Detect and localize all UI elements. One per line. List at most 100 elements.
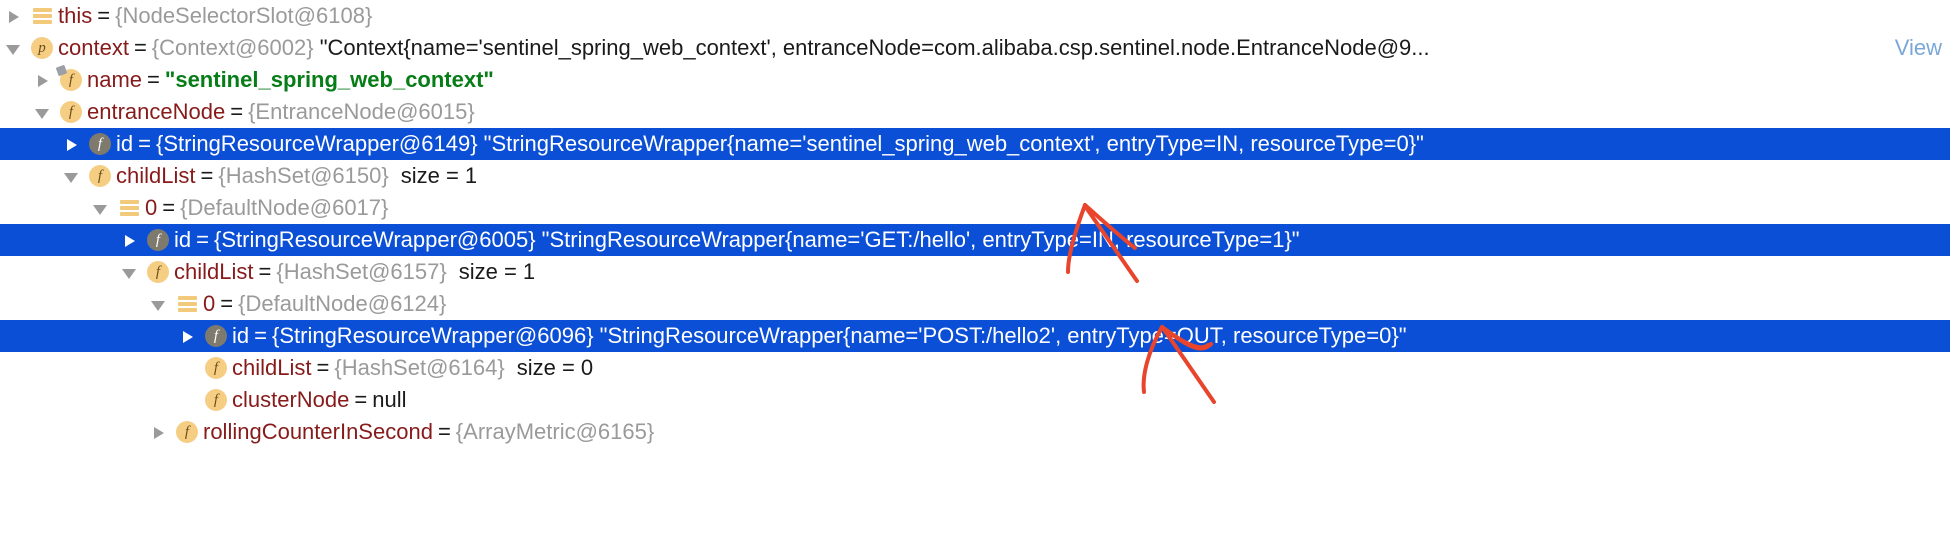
field-final-icon: f	[57, 64, 87, 96]
object-reference: {EntranceNode@6015}	[248, 99, 475, 124]
tree-row[interactable]: fid={StringResourceWrapper@6096} "String…	[0, 320, 1950, 352]
variable-name: id	[232, 323, 249, 348]
object-reference: {HashSet@6150}	[218, 163, 388, 188]
tree-row[interactable]: fchildList={HashSet@6157}size = 1	[0, 256, 1950, 288]
row-trailing: View	[1881, 32, 1942, 64]
expander-triangle-right-icon[interactable]	[2, 0, 28, 32]
field-badge-icon: f	[89, 165, 111, 187]
tostring-value: "StringResourceWrapper{name='POST:/hello…	[594, 323, 1407, 348]
equals-sign: =	[133, 131, 156, 156]
equals-sign: =	[92, 3, 115, 28]
variable-name: this	[58, 3, 92, 28]
list-icon	[173, 288, 203, 320]
list-stripes-icon	[33, 8, 52, 25]
row-text: entranceNode={EntranceNode@6015}	[87, 96, 475, 128]
row-text: rollingCounterInSecond={ArrayMetric@6165…	[203, 416, 654, 448]
object-reference: {DefaultNode@6124}	[238, 291, 446, 316]
view-link[interactable]: View	[1885, 35, 1942, 60]
variables-tree[interactable]: this={NodeSelectorSlot@6108}pcontext={Co…	[0, 0, 1950, 448]
equals-sign: =	[191, 227, 214, 252]
expander-triangle-right-icon[interactable]	[118, 224, 144, 256]
tree-row[interactable]: fclusterNode=null	[0, 384, 1950, 416]
tree-row[interactable]: 0={DefaultNode@6124}	[0, 288, 1950, 320]
equals-sign: =	[249, 323, 272, 348]
object-reference: {HashSet@6164}	[334, 355, 504, 380]
field-badge-icon: f	[147, 261, 169, 283]
tree-row[interactable]: fentranceNode={EntranceNode@6015}	[0, 96, 1950, 128]
equals-sign: =	[225, 99, 248, 124]
row-text: childList={HashSet@6157}size = 1	[174, 256, 535, 288]
variable-name: clusterNode	[232, 387, 349, 412]
row-text: childList={HashSet@6150}size = 1	[116, 160, 477, 192]
tree-row[interactable]: this={NodeSelectorSlot@6108}	[0, 0, 1950, 32]
list-icon	[28, 0, 58, 32]
equals-sign: =	[349, 387, 372, 412]
tree-row[interactable]: fid={StringResourceWrapper@6005} "String…	[0, 224, 1950, 256]
string-value: "sentinel_spring_web_context"	[165, 67, 494, 92]
collection-size: size = 1	[389, 163, 477, 188]
collection-size: size = 0	[505, 355, 593, 380]
tostring-value: "StringResourceWrapper{name='sentinel_sp…	[478, 131, 1424, 156]
expander-triangle-right-icon[interactable]	[147, 416, 173, 448]
tree-row[interactable]: fid={StringResourceWrapper@6149} "String…	[0, 128, 1950, 160]
expander-triangle-down-icon[interactable]	[31, 96, 57, 128]
equals-sign: =	[195, 163, 218, 188]
equals-sign: =	[253, 259, 276, 284]
object-reference: {StringResourceWrapper@6096}	[272, 323, 594, 348]
variable-name: childList	[116, 163, 195, 188]
field-badge-icon: f	[147, 229, 169, 251]
row-text: id={StringResourceWrapper@6005} "StringR…	[174, 224, 1300, 256]
tree-row[interactable]: frollingCounterInSecond={ArrayMetric@616…	[0, 416, 1950, 448]
equals-sign: =	[157, 195, 180, 220]
variable-name: childList	[174, 259, 253, 284]
field-icon: f	[202, 384, 232, 416]
expander-triangle-down-icon[interactable]	[2, 32, 28, 64]
object-reference: {ArrayMetric@6165}	[456, 419, 654, 444]
expander-triangle-right-icon[interactable]	[60, 128, 86, 160]
field-badge-icon: f	[176, 421, 198, 443]
expander-placeholder	[176, 384, 202, 416]
row-text: context={Context@6002} "Context{name='se…	[58, 32, 1430, 64]
equals-sign: =	[215, 291, 238, 316]
expander-triangle-down-icon[interactable]	[89, 192, 115, 224]
expander-triangle-down-icon[interactable]	[147, 288, 173, 320]
field-icon: f	[144, 256, 174, 288]
field-icon: f	[57, 96, 87, 128]
object-reference: {StringResourceWrapper@6149}	[156, 131, 478, 156]
variable-name: childList	[232, 355, 311, 380]
expander-triangle-down-icon[interactable]	[60, 160, 86, 192]
field-badge-icon: f	[205, 389, 227, 411]
tostring-value: "StringResourceWrapper{name='GET:/hello'…	[536, 227, 1300, 252]
list-stripes-icon	[120, 200, 139, 217]
object-reference: {NodeSelectorSlot@6108}	[115, 3, 372, 28]
list-stripes-icon	[178, 296, 197, 313]
tree-row[interactable]: 0={DefaultNode@6017}	[0, 192, 1950, 224]
tree-row[interactable]: pcontext={Context@6002} "Context{name='s…	[0, 32, 1950, 64]
variable-name: entranceNode	[87, 99, 225, 124]
collection-size: size = 1	[447, 259, 535, 284]
null-value: null	[372, 387, 406, 412]
field-icon: f	[86, 128, 116, 160]
tree-row[interactable]: fchildList={HashSet@6164}size = 0	[0, 352, 1950, 384]
tree-row[interactable]: fchildList={HashSet@6150}size = 1	[0, 160, 1950, 192]
field-badge-icon: f	[60, 101, 82, 123]
field-badge-icon: f	[205, 325, 227, 347]
parameter-icon: p	[28, 32, 58, 64]
variable-name: id	[116, 131, 133, 156]
row-text: id={StringResourceWrapper@6096} "StringR…	[232, 320, 1407, 352]
equals-sign: =	[129, 35, 152, 60]
object-reference: {StringResourceWrapper@6005}	[214, 227, 536, 252]
expander-triangle-right-icon[interactable]	[176, 320, 202, 352]
variable-name: 0	[145, 195, 157, 220]
field-icon: f	[144, 224, 174, 256]
tostring-value: "Context{name='sentinel_spring_web_conte…	[314, 35, 1430, 60]
expander-triangle-right-icon[interactable]	[31, 64, 57, 96]
list-icon	[115, 192, 145, 224]
tree-row[interactable]: fname="sentinel_spring_web_context"	[0, 64, 1950, 96]
object-reference: {DefaultNode@6017}	[180, 195, 388, 220]
expander-placeholder	[176, 352, 202, 384]
variable-name: 0	[203, 291, 215, 316]
expander-triangle-down-icon[interactable]	[118, 256, 144, 288]
variable-name: context	[58, 35, 129, 60]
object-reference: {HashSet@6157}	[276, 259, 446, 284]
